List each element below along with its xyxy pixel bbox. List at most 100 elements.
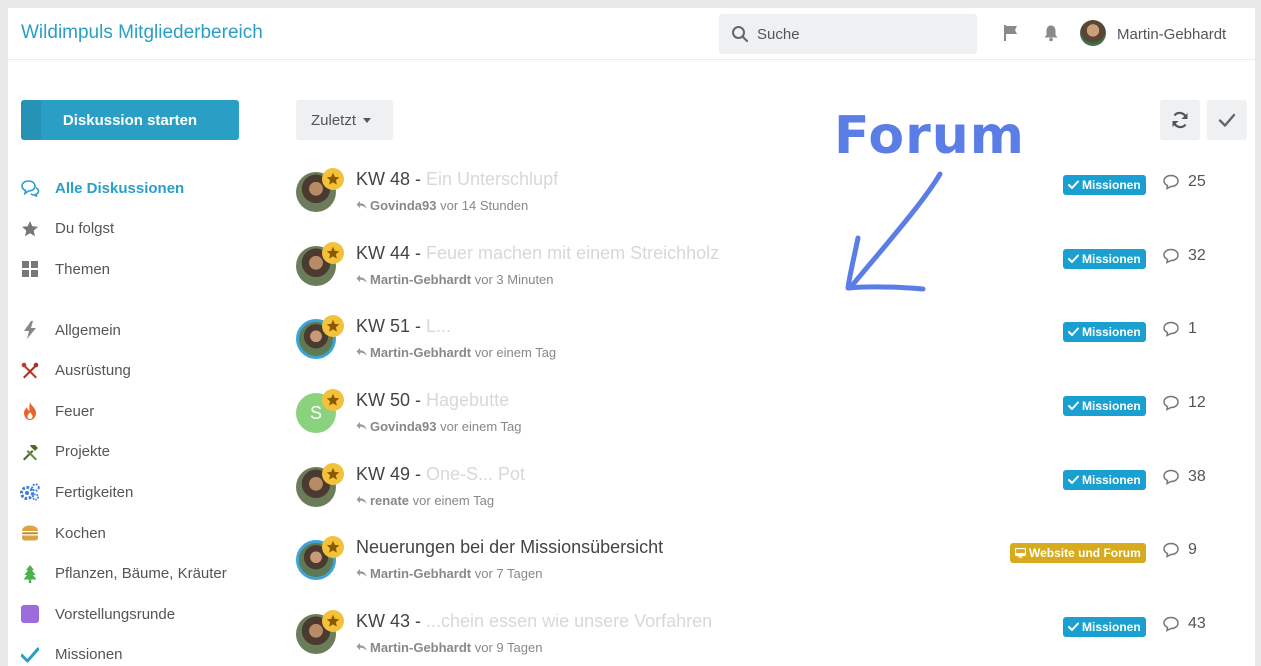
featured-star-icon: [322, 610, 344, 633]
reply-icon: [356, 348, 367, 357]
reply-count-value: 32: [1188, 246, 1206, 264]
discussion-title[interactable]: KW 44 - Feuer machen mit einem Streichho…: [356, 243, 719, 264]
sidebar-item-vorstellungsrunde[interactable]: Vorstellungsrunde: [20, 594, 250, 635]
tag-label: Missionen: [1082, 399, 1141, 414]
sidebar-item-topics[interactable]: Themen: [20, 249, 250, 290]
discussion-title-faded: Feuer machen mit einem Streichholz: [426, 242, 720, 263]
fire-icon: [20, 401, 40, 421]
flag-icon[interactable]: [1002, 24, 1020, 42]
discussion-title[interactable]: KW 50 - Hagebutte: [356, 390, 509, 411]
discussion-meta: Martin-Gebhardt vor einem Tag: [356, 345, 556, 360]
check-icon: [1068, 401, 1079, 411]
last-reply-time: vor einem Tag: [474, 345, 557, 361]
discussion-meta: renate vor einem Tag: [356, 493, 494, 508]
discussion-title[interactable]: KW 48 - Ein Unterschlupf: [356, 169, 558, 190]
tag-label: Missionen: [1082, 620, 1141, 635]
last-reply-time: vor einem Tag: [412, 492, 495, 508]
sidebar-item-following[interactable]: Du folgst: [20, 209, 250, 250]
last-reply-user[interactable]: Govinda93: [370, 419, 436, 434]
tag-label: Website und Forum: [1029, 546, 1141, 561]
last-reply-user[interactable]: renate: [370, 493, 409, 508]
last-reply-user[interactable]: Govinda93: [370, 198, 436, 213]
tools-icon: [20, 361, 40, 381]
tag-badge[interactable]: Missionen: [1063, 175, 1146, 195]
search-box[interactable]: [719, 14, 977, 54]
search-input[interactable]: [757, 14, 967, 54]
sidebar-item-label: Missionen: [55, 646, 123, 664]
last-reply-time: vor 9 Tagen: [474, 640, 543, 656]
user-avatar[interactable]: [1080, 20, 1106, 46]
refresh-button[interactable]: [1160, 100, 1200, 140]
tag-badge[interactable]: Missionen: [1063, 396, 1146, 417]
sidebar-nav: Alle Diskussionen Du folgst Themen Allge…: [20, 168, 250, 666]
sidebar-item-feuer[interactable]: Feuer: [20, 391, 250, 432]
comment-icon: [1163, 469, 1179, 485]
sidebar-item-kochen[interactable]: Kochen: [20, 513, 250, 554]
tag-badge[interactable]: Missionen: [1063, 248, 1146, 269]
sort-dropdown[interactable]: Zuletzt: [296, 100, 393, 140]
check-icon: [1068, 180, 1079, 189]
discussion-row[interactable]: S KW 50 - Hagebutte Govinda93 vor einem Ta…: [296, 381, 1226, 455]
tag-badge[interactable]: Website und Forum: [1010, 543, 1146, 564]
sidebar-item-all-discussions[interactable]: Alle Diskussionen: [20, 168, 250, 209]
reply-count: 43: [1162, 615, 1206, 633]
last-reply-time: vor 3 Minuten: [474, 271, 554, 287]
tag-badge[interactable]: Missionen: [1063, 469, 1146, 490]
featured-star-icon: [322, 536, 344, 559]
discussion-list: KW 48 - Ein Unterschlupf Govinda93 vor 14…: [296, 160, 1226, 666]
check-icon: [1068, 475, 1079, 484]
grid-icon: [20, 259, 40, 279]
start-discussion-button[interactable]: Diskussion starten: [21, 100, 239, 140]
reply-count: 12: [1162, 394, 1206, 412]
last-reply-time: vor 14 Stunden: [440, 198, 529, 213]
last-reply-time: vor 7 Tagen: [474, 566, 543, 582]
discussion-title[interactable]: Neuerungen bei der Missionsübersicht: [356, 537, 663, 558]
discussion-row[interactable]: KW 43 - ...chein essen wie unsere Vorfah…: [296, 602, 1226, 666]
mark-all-read-button[interactable]: [1207, 100, 1247, 140]
discussion-title[interactable]: KW 43 - ...chein essen wie unsere Vorfah…: [356, 611, 712, 632]
discussion-row[interactable]: KW 48 - Ein Unterschlupf Govinda93 vor 14…: [296, 160, 1226, 234]
reply-count-value: 12: [1188, 394, 1206, 412]
sidebar-item-pflanzen[interactable]: Pflanzen, Bäume, Kräuter: [20, 553, 250, 594]
discussion-row[interactable]: KW 44 - Feuer machen mit einem Streichho…: [296, 234, 1226, 308]
last-reply-user[interactable]: Martin-Gebhardt: [370, 345, 471, 360]
tag-badge[interactable]: Missionen: [1063, 617, 1146, 638]
reply-count: 32: [1162, 247, 1206, 265]
reply-icon: [356, 643, 367, 652]
sidebar-item-ausruestung[interactable]: Ausrüstung: [20, 350, 250, 391]
discussion-title[interactable]: KW 51 - L...: [356, 316, 451, 337]
square-icon: [20, 604, 40, 624]
star-icon: [20, 219, 40, 239]
discussion-row[interactable]: KW 51 - L... Martin-Gebhardt vor einem Ta…: [296, 307, 1226, 381]
tag-badge[interactable]: Missionen: [1063, 322, 1146, 343]
discussion-row[interactable]: Neuerungen bei der Missionsübersicht Mart…: [296, 528, 1226, 602]
last-reply-user[interactable]: Martin-Gebhardt: [370, 272, 471, 287]
reply-count: 1: [1162, 320, 1197, 338]
user-name[interactable]: Martin-Gebhardt: [1117, 26, 1226, 43]
featured-star-icon: [322, 389, 344, 412]
reply-count-value: 9: [1188, 541, 1197, 559]
sidebar-item-label: Fertigkeiten: [55, 483, 134, 501]
discussion-meta: Govinda93 vor einem Tag: [356, 419, 522, 434]
app-title[interactable]: Wildimpuls Mitgliederbereich: [21, 22, 263, 44]
discussion-title-text: Neuerungen bei der Missionsübersicht: [356, 537, 664, 558]
comment-icon: [1163, 174, 1179, 190]
sidebar-item-fertigkeiten[interactable]: Fertigkeiten: [20, 472, 250, 513]
discussion-title-text: KW 49 -: [356, 463, 427, 484]
discussion-row[interactable]: KW 49 - One-S... Pot renate vor einem Tag…: [296, 455, 1226, 529]
last-reply-user[interactable]: Martin-Gebhardt: [370, 640, 471, 655]
bell-icon[interactable]: [1042, 24, 1060, 42]
forum-annotation: Forum: [834, 106, 1025, 166]
last-reply-user[interactable]: Martin-Gebhardt: [370, 566, 471, 581]
top-header: Wildimpuls Mitgliederbereich Martin-Gebh…: [8, 8, 1255, 60]
sidebar-item-projekte[interactable]: Projekte: [20, 432, 250, 473]
sidebar-item-allgemein[interactable]: Allgemein: [20, 310, 250, 351]
sidebar-item-missionen[interactable]: Missionen: [20, 635, 250, 666]
discussion-title[interactable]: KW 49 - One-S... Pot: [356, 464, 525, 485]
burger-icon: [20, 523, 40, 543]
discussion-title-text: KW 50 -: [356, 390, 427, 411]
check-icon: [1068, 327, 1079, 337]
last-reply-time: vor einem Tag: [440, 419, 522, 435]
reply-count: 38: [1162, 468, 1206, 486]
reply-count-value: 38: [1188, 467, 1206, 485]
